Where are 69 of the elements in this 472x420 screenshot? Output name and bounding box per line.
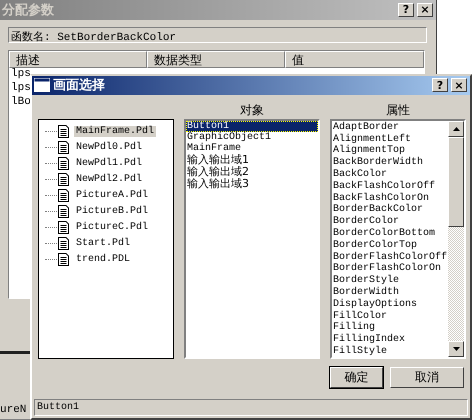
list-item[interactable]: BackBorderWidth (333, 157, 448, 169)
document-icon (58, 125, 69, 138)
scroll-down-icon (452, 346, 460, 351)
document-icon (58, 205, 69, 218)
document-icon (58, 237, 69, 250)
properties-label: 属性 (386, 102, 410, 119)
list-item[interactable]: BorderFlashColorOff (333, 252, 448, 264)
tree-item[interactable]: PictureC.Pdl (74, 222, 150, 234)
document-icon (58, 157, 69, 170)
tree-item[interactable]: Start.Pdl (74, 238, 132, 250)
table-cell-text: lps (10, 68, 32, 82)
list-item[interactable]: BorderColorTop (333, 240, 448, 252)
list-item[interactable]: BackColor (333, 168, 448, 181)
tree-item[interactable]: trend.PDL (74, 254, 132, 266)
list-item[interactable]: FillStyle (333, 346, 448, 357)
tree-item[interactable]: NewPdl2.Pdl (74, 174, 144, 186)
list-item[interactable]: BorderStyle (333, 275, 448, 287)
list-item[interactable]: Button1 (186, 120, 318, 132)
cancel-button[interactable]: 取消 (390, 366, 464, 388)
tree-item[interactable]: MainFrame.Pdl (74, 126, 156, 138)
scroll-up-button[interactable] (448, 120, 464, 137)
column-header[interactable]: 描述 (9, 50, 147, 68)
list-item[interactable]: AlignmentLeft (333, 134, 448, 146)
document-icon (58, 189, 69, 202)
list-item[interactable]: FillingIndex (333, 334, 448, 346)
scroll-up-icon (452, 126, 460, 131)
list-item[interactable]: MainFrame (186, 142, 318, 154)
list-item[interactable]: BorderColorBottom (333, 228, 448, 240)
list-item[interactable]: AdaptBorder (333, 122, 448, 134)
status-bar: Button1 (34, 398, 468, 416)
window-title: 画面选择 (53, 77, 106, 94)
function-name-field: 函数名: SetBorderBackColor (8, 26, 427, 43)
close-button[interactable]: × (451, 78, 467, 92)
list-item[interactable]: BorderFlashColorOn (333, 263, 448, 276)
help-button[interactable]: ? (398, 2, 414, 17)
document-icon (58, 173, 69, 186)
tree-item[interactable]: PictureB.Pdl (74, 206, 150, 218)
column-header[interactable]: 数据类型 (147, 50, 285, 68)
document-icon (58, 221, 69, 234)
tree-item[interactable]: NewPdl0.Pdl (74, 142, 144, 154)
window-title: 分配参数 (2, 2, 55, 19)
scroll-thumb[interactable] (448, 136, 464, 227)
list-item[interactable]: 输入输出域2 (186, 166, 318, 178)
help-button[interactable]: ? (432, 78, 448, 92)
list-item[interactable]: BackFlashColorOff (333, 180, 448, 193)
list-item[interactable]: AlignmentTop (333, 145, 448, 158)
close-button[interactable]: × (417, 2, 433, 17)
list-item[interactable]: 输入输出域3 (186, 178, 318, 190)
list-item[interactable]: BorderWidth (333, 286, 448, 299)
list-item[interactable]: BackFlashColorOn (333, 192, 448, 204)
list-item[interactable]: 输入输出域1 (186, 154, 318, 166)
list-item[interactable]: GraphicObject1 (186, 132, 318, 143)
ok-button[interactable]: 确定 (330, 366, 383, 388)
document-icon (58, 141, 69, 154)
list-item[interactable]: BorderBackColor (333, 204, 448, 216)
scroll-down-button[interactable] (448, 340, 464, 357)
column-header[interactable]: 值 (285, 50, 424, 68)
table-cell-text: lBo (10, 96, 32, 110)
scrollbar[interactable] (448, 120, 464, 357)
document-icon (58, 253, 69, 266)
list-item[interactable]: FillColor (333, 310, 448, 322)
table-cell-text: lps (10, 82, 32, 96)
objects-label: 对象 (240, 102, 264, 119)
tree-item[interactable]: NewPdl1.Pdl (74, 158, 144, 170)
list-item[interactable]: Filling (333, 322, 448, 334)
window-icon (34, 78, 50, 92)
list-item[interactable]: DisplayOptions (333, 298, 448, 310)
list-item[interactable]: BorderColor (333, 216, 448, 228)
tree-item[interactable]: PictureA.Pdl (74, 190, 150, 202)
